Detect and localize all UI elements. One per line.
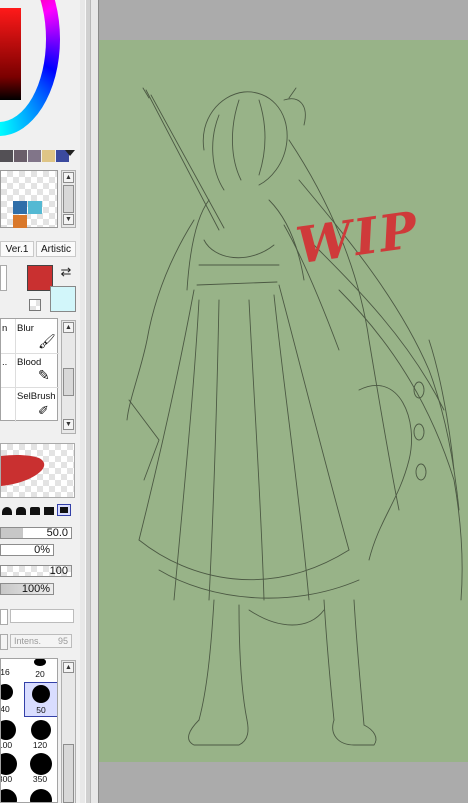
panel-divider[interactable] [80, 0, 99, 803]
density-slider[interactable]: 100 [0, 565, 72, 577]
tool-selbrush[interactable]: SelBrush [17, 391, 56, 402]
tool-scrollbar[interactable]: ▲ ▼ [61, 320, 76, 434]
scroll-thumb[interactable] [63, 185, 74, 213]
brush-size-label: 50 [36, 705, 46, 715]
tool-blur[interactable]: Blur [17, 323, 34, 334]
brush-size-label: 300 [1, 774, 13, 784]
brush-size-dot[interactable] [1, 684, 13, 700]
brush-size-dot[interactable] [34, 659, 46, 666]
texture-select[interactable] [10, 609, 74, 623]
scroll-thumb[interactable] [63, 744, 74, 803]
scroll-down-icon[interactable]: ▼ [63, 214, 74, 225]
brush-size-label: 20 [35, 669, 45, 679]
drawing-canvas[interactable]: WIP [99, 40, 468, 762]
palette-swatch[interactable] [0, 150, 13, 162]
brush-size-selected[interactable]: 50 [24, 682, 57, 717]
brush-size-dot[interactable] [30, 753, 52, 775]
mixer-scrollbar[interactable]: ▲ ▼ [61, 170, 76, 228]
intensity-value: 95 [57, 636, 68, 646]
min-size-slider[interactable]: 0% [0, 544, 54, 556]
brush-size-dot[interactable] [1, 753, 17, 775]
opacity-value: 100% [21, 583, 50, 595]
blood-brush-icon: ✎ [38, 367, 50, 383]
swap-colors-icon[interactable]: ⇄ [58, 264, 74, 280]
color-mixer[interactable] [0, 170, 58, 228]
intensity-left[interactable] [0, 634, 8, 650]
brush-size-dot[interactable] [31, 720, 51, 740]
scroll-up-icon[interactable]: ▲ [63, 172, 74, 183]
brush-preview [0, 443, 75, 498]
scroll-up-icon[interactable]: ▲ [63, 322, 74, 333]
color-box-partial [0, 265, 7, 291]
selbrush-icon: ✐ [38, 403, 49, 418]
brush-size-dot[interactable] [30, 789, 52, 802]
tab-artistic[interactable]: Artistic [36, 241, 76, 257]
palette-menu-arrow-icon[interactable] [65, 150, 75, 156]
min-size-value: 0% [34, 544, 50, 556]
tool-partial-dots[interactable]: .. [2, 357, 7, 368]
brush-size-grid: 16 20 40 50 100 120 300 350 [0, 658, 58, 803]
palette-swatch[interactable] [42, 150, 55, 162]
brush-shape-row [0, 503, 76, 517]
brush-shape-3[interactable] [30, 507, 40, 515]
density-value: 100 [49, 565, 68, 577]
palette-swatch[interactable] [28, 150, 41, 162]
mixer-swatch[interactable] [13, 201, 27, 214]
palette-swatch[interactable] [14, 150, 27, 162]
scroll-down-icon[interactable]: ▼ [63, 419, 74, 430]
brush-shape-selected[interactable] [57, 504, 71, 516]
mixer-swatch[interactable] [28, 201, 42, 214]
texture-select-left[interactable] [0, 609, 8, 625]
tool-grid: n Blur 🖌 .. Blood ✎ SelBrush ✐ [0, 318, 59, 422]
brush-shape-4[interactable] [44, 507, 54, 515]
color-square[interactable] [0, 8, 21, 100]
brush-size-label: 350 [32, 774, 48, 784]
size-slider[interactable]: 50.0 [0, 527, 72, 539]
size-value: 50.0 [46, 527, 68, 539]
tool-panel: ▲ ▼ Ver.1 Artistic ⇄ n Blur 🖌 .. Blood ✎… [0, 0, 81, 803]
mixer-swatch[interactable] [13, 215, 27, 228]
tool-partial-n[interactable]: n [2, 323, 7, 334]
blur-brush-icon: 🖌 [38, 333, 56, 349]
brush-size-label: 40 [0, 704, 10, 714]
secondary-color[interactable] [50, 286, 76, 312]
brush-size-label: 120 [32, 740, 48, 750]
scroll-thumb[interactable] [63, 368, 74, 396]
brush-stroke-preview [1, 454, 45, 486]
brush-size-dot[interactable] [1, 789, 17, 802]
brush-size-label: 100 [1, 740, 13, 750]
intensity-field[interactable]: Intens. 95 [10, 634, 72, 648]
brush-size-dot[interactable] [1, 720, 16, 740]
brush-shape-1[interactable] [2, 507, 12, 515]
canvas-area: WIP [99, 0, 468, 803]
palette-row [0, 148, 69, 164]
tab-ver1[interactable]: Ver.1 [0, 241, 34, 257]
opacity-slider[interactable]: 100% [0, 583, 54, 595]
sketch-artwork [126, 87, 463, 746]
brush-shape-2[interactable] [16, 507, 26, 515]
scroll-up-icon[interactable]: ▲ [63, 662, 74, 673]
intensity-label: Intens. [14, 636, 42, 646]
brush-size-scrollbar[interactable]: ▲ [61, 660, 76, 803]
brush-size-label: 16 [0, 667, 10, 677]
transparent-color-icon[interactable] [29, 299, 41, 311]
